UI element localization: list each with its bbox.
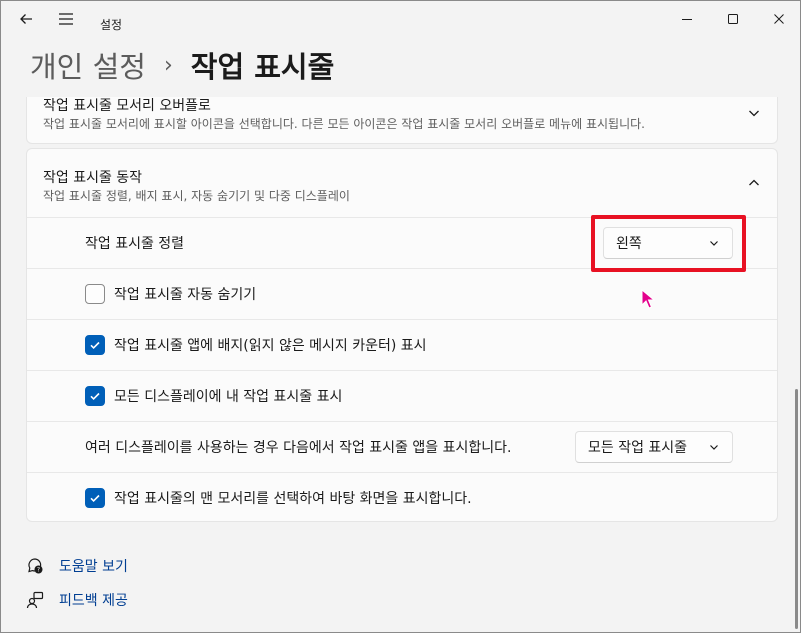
page-title: 작업 표시줄 <box>190 50 335 84</box>
feedback-icon <box>26 591 44 609</box>
card-title: 작업 표시줄 동작 <box>43 170 143 186</box>
checkmark-icon <box>90 341 100 350</box>
chevron-up-icon[interactable] <box>747 175 761 194</box>
maximize-icon <box>728 14 738 24</box>
all-displays-checkbox[interactable] <box>85 386 105 406</box>
taskbar-alignment-label: 작업 표시줄 정렬 <box>85 236 185 252</box>
mouse-cursor-icon <box>641 288 656 313</box>
back-arrow-icon <box>20 14 32 24</box>
breadcrumb: 개인 설정 › 작업 표시줄 <box>30 45 334 85</box>
checkmark-icon <box>90 494 100 503</box>
all-displays-label: 모든 디스플레이에 내 작업 표시줄 표시 <box>114 389 343 405</box>
badges-row[interactable]: 작업 표시줄 앱에 배지(읽지 않은 메시지 카운터) 표시 <box>27 319 777 370</box>
taskbar-alignment-dropdown[interactable]: 왼쪽 <box>603 227 733 259</box>
desktop-corner-row[interactable]: 작업 표시줄의 맨 모서리를 선택하여 바탕 화면을 표시합니다. <box>27 472 777 523</box>
taskbar-behaviors-card: 작업 표시줄 동작 작업 표시줄 정렬, 배지 표시, 자동 숨기기 및 다중 … <box>26 148 778 522</box>
card-description: 작업 표시줄 정렬, 배지 표시, 자동 숨기기 및 다중 디스플레이 <box>43 189 350 203</box>
desktop-corner-label: 작업 표시줄의 맨 모서리를 선택하여 바탕 화면을 표시합니다. <box>114 491 472 507</box>
taskbar-behaviors-header[interactable]: 작업 표시줄 동작 작업 표시줄 정렬, 배지 표시, 자동 숨기기 및 다중 … <box>27 149 777 217</box>
give-feedback-link[interactable]: 피드백 제공 <box>26 587 128 613</box>
chevron-down-icon <box>708 441 720 457</box>
taskbar-alignment-row: 작업 표시줄 정렬 왼쪽 <box>27 217 777 268</box>
auto-hide-checkbox[interactable] <box>85 284 105 304</box>
app-title: 설정 <box>100 18 123 32</box>
give-feedback-label: 피드백 제공 <box>59 593 128 609</box>
multi-display-apps-label: 여러 디스플레이를 사용하는 경우 다음에서 작업 표시줄 앱을 표시합니다. <box>85 440 512 456</box>
close-icon <box>774 14 784 24</box>
desktop-corner-checkbox[interactable] <box>85 488 105 508</box>
vertical-scrollbar[interactable] <box>795 389 798 629</box>
badges-checkbox[interactable] <box>85 335 105 355</box>
svg-text:?: ? <box>37 567 40 574</box>
title-bar: 설정 <box>1 1 800 41</box>
card-description: 작업 표시줄 모서리에 표시할 아이콘을 선택합니다. 다른 모든 아이콘은 작… <box>43 117 645 131</box>
all-displays-row[interactable]: 모든 디스플레이에 내 작업 표시줄 표시 <box>27 370 777 421</box>
checkmark-icon <box>90 392 100 401</box>
auto-hide-label: 작업 표시줄 자동 숨기기 <box>114 287 257 303</box>
dropdown-value: 왼쪽 <box>616 236 642 252</box>
auto-hide-row[interactable]: 작업 표시줄 자동 숨기기 <box>27 268 777 319</box>
breadcrumb-separator: › <box>163 52 173 78</box>
multi-display-apps-dropdown[interactable]: 모든 작업 표시줄 <box>575 431 733 463</box>
nav-menu-button[interactable] <box>51 1 81 37</box>
dropdown-value: 모든 작업 표시줄 <box>588 440 688 456</box>
card-title: 작업 표시줄 모서리 오버플로 <box>43 98 211 114</box>
back-button[interactable] <box>11 1 41 37</box>
breadcrumb-parent[interactable]: 개인 설정 <box>30 44 146 86</box>
multi-display-apps-row: 여러 디스플레이를 사용하는 경우 다음에서 작업 표시줄 앱을 표시합니다. … <box>27 421 777 472</box>
badges-label: 작업 표시줄 앱에 배지(읽지 않은 메시지 카운터) 표시 <box>114 338 427 354</box>
close-button[interactable] <box>761 1 797 37</box>
chevron-down-icon[interactable] <box>747 105 761 124</box>
help-chat-icon: ? <box>26 557 44 575</box>
settings-content: 작업 표시줄 모서리 오버플로 작업 표시줄 모서리에 표시할 아이콘을 선택합… <box>26 97 778 522</box>
minimize-icon <box>682 19 692 20</box>
maximize-button[interactable] <box>715 1 751 37</box>
footer-links: ? 도움말 보기 피드백 제공 <box>26 553 128 621</box>
get-help-label: 도움말 보기 <box>59 559 128 575</box>
get-help-link[interactable]: ? 도움말 보기 <box>26 553 128 579</box>
hamburger-icon <box>59 13 73 25</box>
taskbar-corner-overflow-card[interactable]: 작업 표시줄 모서리 오버플로 작업 표시줄 모서리에 표시할 아이콘을 선택합… <box>26 97 778 144</box>
minimize-button[interactable] <box>669 1 705 37</box>
chevron-down-icon <box>708 237 720 253</box>
